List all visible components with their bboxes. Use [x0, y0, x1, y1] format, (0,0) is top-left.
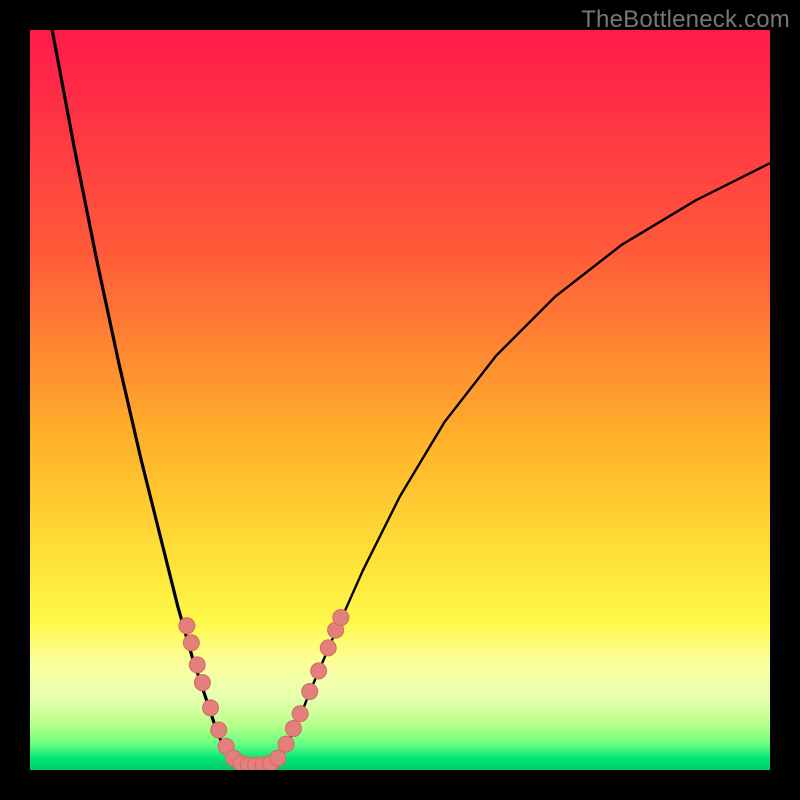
- data-point-right-6: [320, 640, 336, 656]
- data-point-right-3: [292, 706, 308, 722]
- data-point-left-2: [189, 657, 205, 673]
- data-point-left-4: [203, 700, 219, 716]
- data-point-right-1: [278, 736, 294, 752]
- data-point-left-3: [194, 675, 210, 691]
- data-point-right-0: [270, 750, 286, 766]
- bottleneck-curve-right: [274, 163, 770, 766]
- data-point-left-5: [211, 722, 227, 738]
- data-point-right-5: [311, 663, 327, 679]
- data-point-left-0: [179, 618, 195, 634]
- bottleneck-curve-left: [52, 30, 237, 766]
- plot-area: [30, 30, 770, 770]
- curve-layer: [30, 30, 770, 770]
- data-point-right-8: [333, 610, 349, 626]
- chart-frame: TheBottleneck.com: [0, 0, 800, 800]
- data-point-right-4: [302, 684, 318, 700]
- watermark-text: TheBottleneck.com: [581, 6, 790, 34]
- data-point-right-2: [285, 721, 301, 737]
- data-point-left-1: [183, 635, 199, 651]
